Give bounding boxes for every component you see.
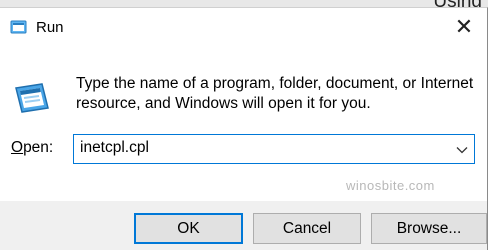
- run-app-icon: [10, 20, 27, 34]
- open-input[interactable]: inetcpl.cpl: [80, 139, 149, 157]
- browse-button[interactable]: Browse...: [371, 213, 487, 244]
- screen: Using Run ✕ Type the name of a program, …: [0, 0, 488, 250]
- run-app-icon: [15, 83, 49, 113]
- button-bar: OK Cancel Browse...: [0, 201, 487, 250]
- open-label-rest: pen:: [23, 139, 54, 156]
- titlebar: Run ✕: [0, 8, 487, 45]
- dialog-message: Type the name of a program, folder, docu…: [76, 75, 474, 112]
- watermark: winosbite.com: [346, 178, 435, 193]
- open-label-accelerator: O: [11, 139, 24, 156]
- close-icon: ✕: [454, 13, 474, 39]
- chevron-down-icon[interactable]: [456, 144, 468, 156]
- open-combobox[interactable]: inetcpl.cpl: [73, 134, 475, 164]
- dialog-title: Run: [36, 19, 64, 36]
- ok-button[interactable]: OK: [134, 213, 243, 244]
- close-button[interactable]: ✕: [441, 8, 487, 45]
- open-label: Open:: [11, 139, 53, 157]
- cancel-button[interactable]: Cancel: [253, 213, 361, 244]
- run-dialog: Run ✕ Type the name of a program, folder…: [0, 7, 488, 250]
